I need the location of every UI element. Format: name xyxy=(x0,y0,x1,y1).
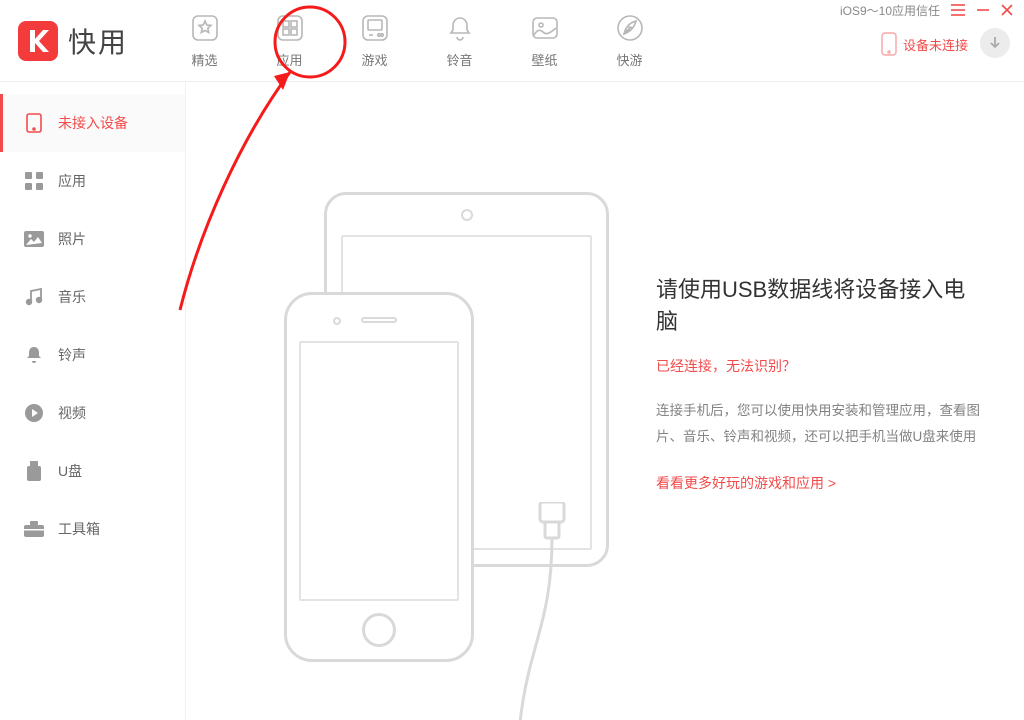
nav-wallpaper[interactable]: 壁纸 xyxy=(502,12,587,69)
nav-label: 壁纸 xyxy=(532,50,558,69)
app-header: 快用 精选 应用 xyxy=(0,0,1024,82)
sidebar-item-photos[interactable]: 照片 xyxy=(0,210,185,268)
nav-ringtones[interactable]: 铃音 xyxy=(417,12,502,69)
gamepad-icon xyxy=(359,12,391,44)
play-circle-icon xyxy=(24,403,44,423)
phone-outline-icon xyxy=(881,32,897,56)
sidebar-item-label: U盘 xyxy=(58,461,82,481)
app-name: 快用 xyxy=(68,21,128,61)
sidebar-item-toolbox[interactable]: 工具箱 xyxy=(0,500,185,558)
more-apps-link[interactable]: 看看更多好玩的游戏和应用 > xyxy=(656,473,836,493)
star-icon xyxy=(189,12,221,44)
top-nav: 精选 应用 游戏 xyxy=(162,12,672,69)
nav-quickplay[interactable]: 快游 xyxy=(587,12,672,69)
nav-games[interactable]: 游戏 xyxy=(332,12,417,69)
toolbox-icon xyxy=(24,519,44,539)
photo-icon xyxy=(24,229,44,249)
main-pane: 请使用USB数据线将设备接入电脑 已经连接，无法识别？ 连接手机后，您可以使用快… xyxy=(186,82,1024,720)
logo-mark-icon xyxy=(18,21,58,61)
main-headline: 请使用USB数据线将设备接入电脑 xyxy=(656,272,984,336)
sidebar-item-label: 音乐 xyxy=(58,287,86,307)
download-arrow-icon xyxy=(987,35,1003,51)
sidebar-item-label: 照片 xyxy=(58,229,86,249)
nav-label: 快游 xyxy=(617,50,643,69)
sidebar-item-ringtones[interactable]: 铃声 xyxy=(0,326,185,384)
music-note-icon xyxy=(24,287,44,307)
nav-label: 精选 xyxy=(192,50,218,69)
sidebar-item-no-device[interactable]: 未接入设备 xyxy=(0,94,185,152)
sidebar-item-label: 未接入设备 xyxy=(58,113,128,133)
nav-label: 游戏 xyxy=(362,50,388,69)
main-description: 连接手机后，您可以使用快用安装和管理应用，查看图片、音乐、铃声和视频，还可以把手… xyxy=(656,398,984,449)
sidebar-item-label: 视频 xyxy=(58,403,86,423)
image-icon xyxy=(529,12,561,44)
sidebar-item-label: 铃声 xyxy=(58,345,86,365)
sidebar-item-udisk[interactable]: U盘 xyxy=(0,442,185,500)
sidebar-item-label: 应用 xyxy=(58,171,86,191)
nav-featured[interactable]: 精选 xyxy=(162,12,247,69)
sidebar-item-music[interactable]: 音乐 xyxy=(0,268,185,326)
device-illustration xyxy=(284,192,614,672)
refresh-button[interactable] xyxy=(980,28,1010,58)
device-status-text: 设备未连接 xyxy=(903,35,968,54)
phone-icon xyxy=(24,113,44,133)
sidebar: 未接入设备 应用 照片 音乐 铃声 xyxy=(0,82,186,720)
sidebar-item-video[interactable]: 视频 xyxy=(0,384,185,442)
nav-label: 应用 xyxy=(277,50,303,69)
usb-drive-icon xyxy=(24,461,44,481)
apps-grid-icon xyxy=(274,12,306,44)
sidebar-item-label: 工具箱 xyxy=(58,519,100,539)
troubleshoot-link[interactable]: 已经连接，无法识别？ xyxy=(656,356,796,376)
feather-icon xyxy=(614,12,646,44)
phone-outline-icon xyxy=(284,292,474,662)
sidebar-item-apps[interactable]: 应用 xyxy=(0,152,185,210)
nav-label: 铃音 xyxy=(447,50,473,69)
grid-icon xyxy=(24,171,44,191)
app-logo: 快用 xyxy=(18,21,128,61)
device-status[interactable]: 设备未连接 xyxy=(881,32,968,56)
nav-apps[interactable]: 应用 xyxy=(247,12,332,69)
bell-icon xyxy=(444,12,476,44)
bell-small-icon xyxy=(24,345,44,365)
